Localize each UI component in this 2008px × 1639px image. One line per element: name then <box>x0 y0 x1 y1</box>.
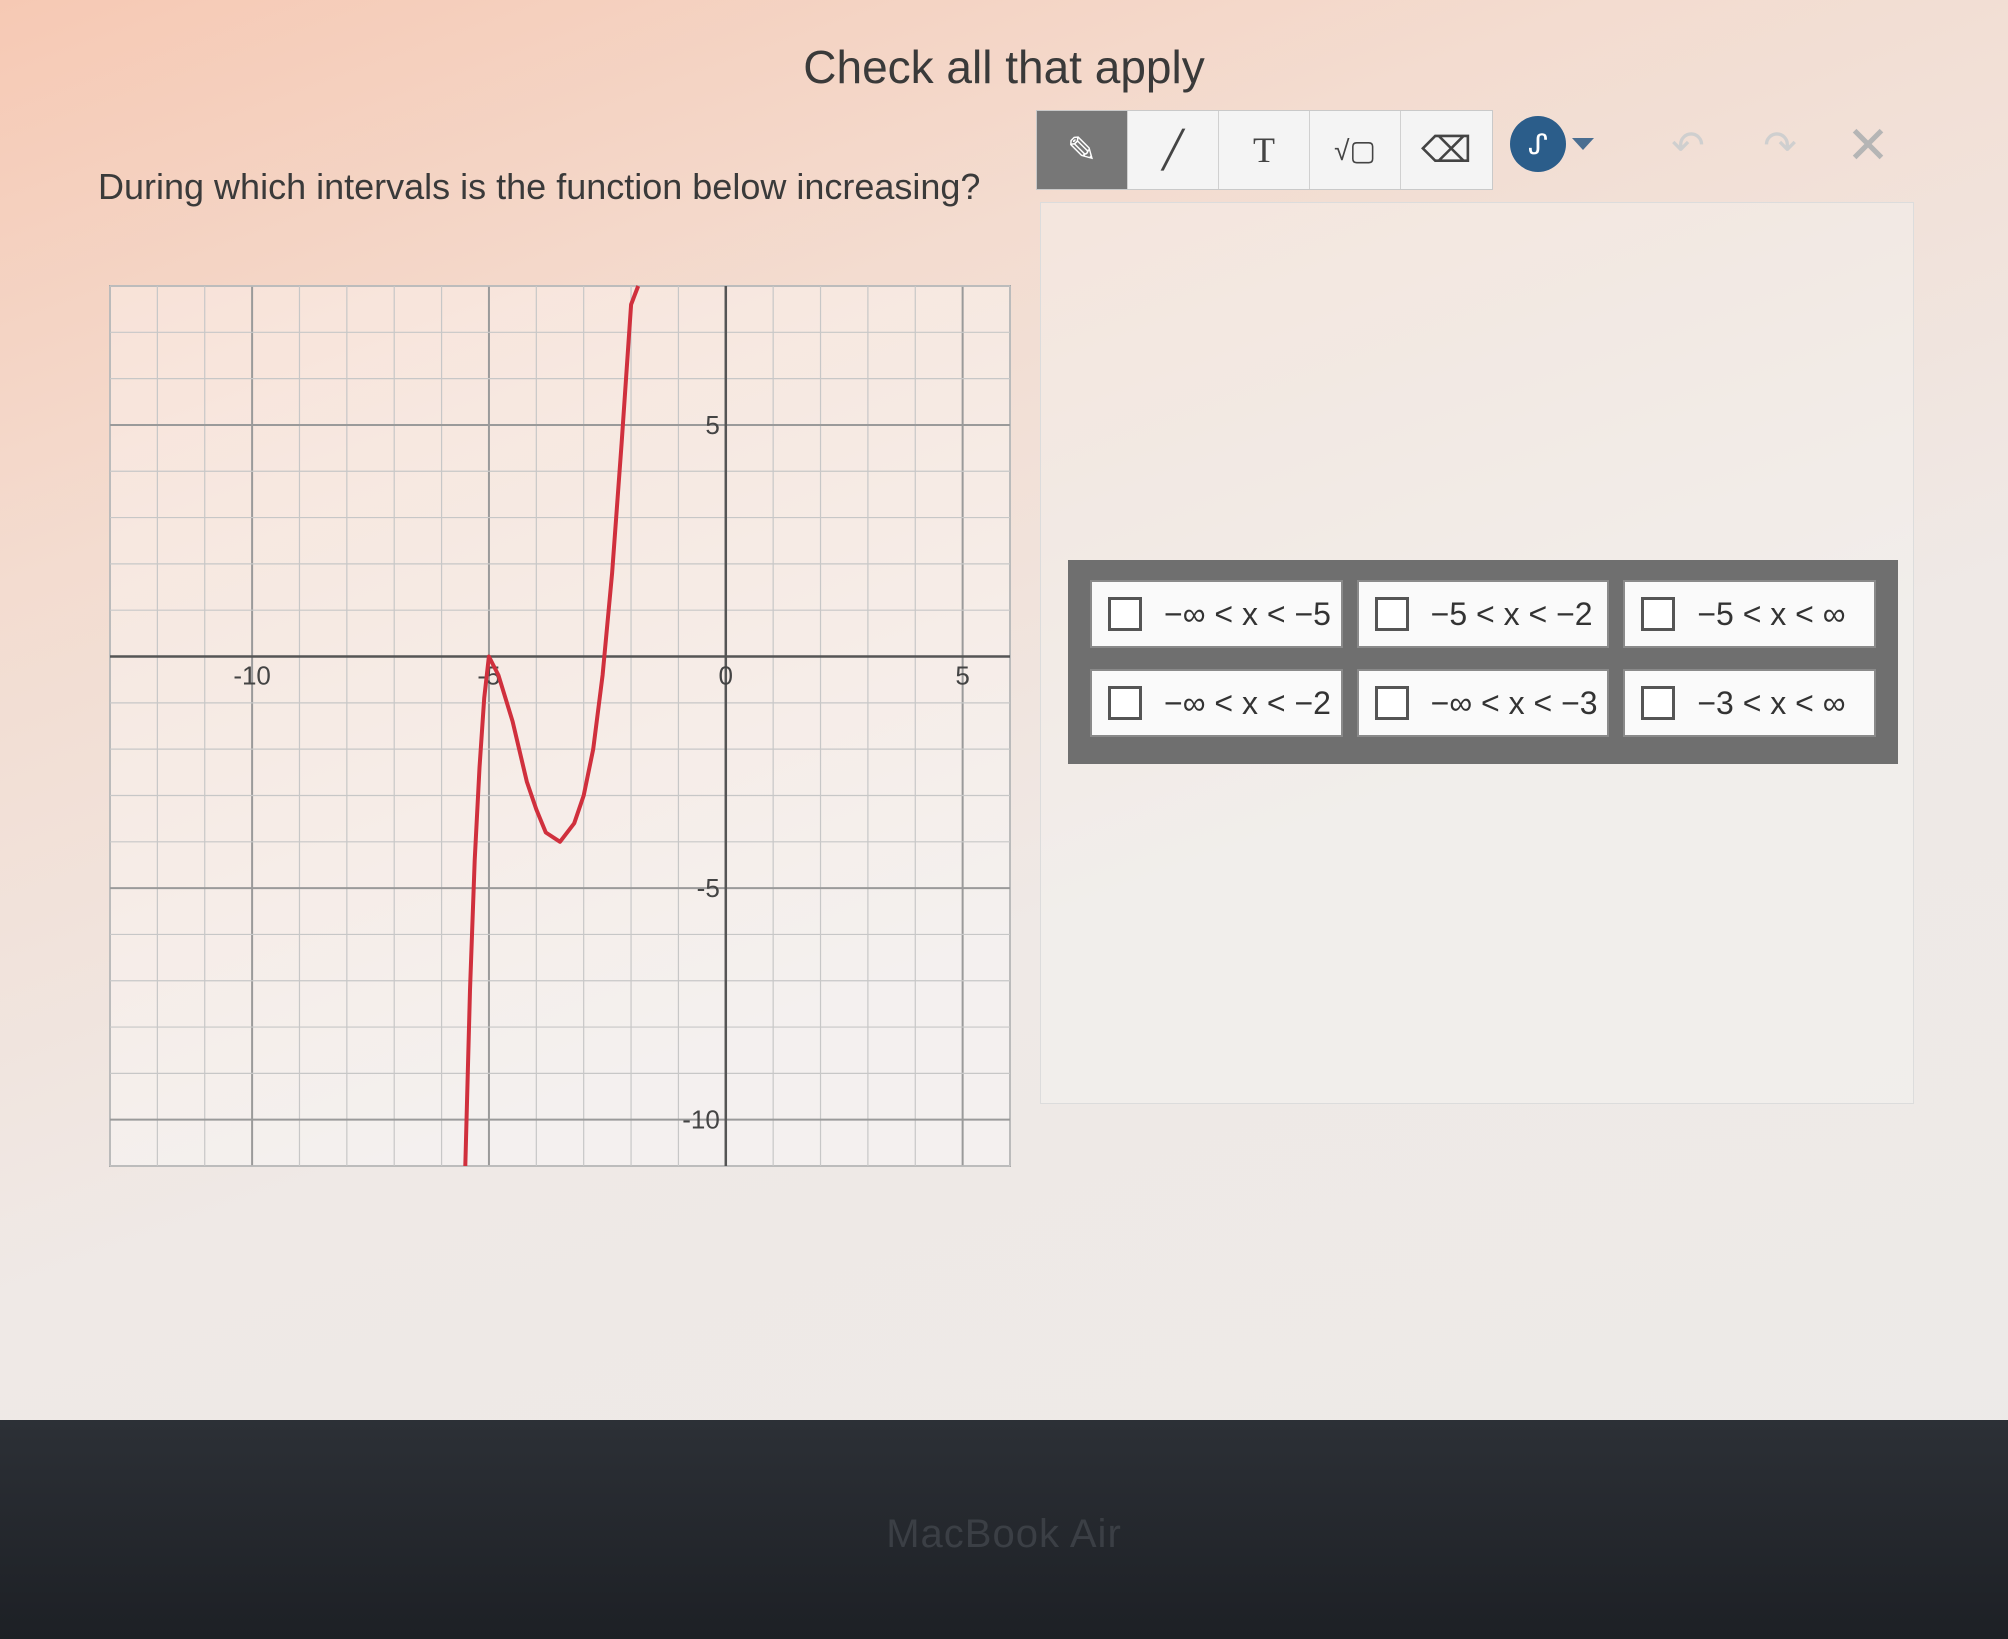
function-graph: -10 -5 0 55-5-10 <box>109 285 1011 1167</box>
choice-label: −3 < x < ∞ <box>1697 684 1846 721</box>
drawing-toolbar: ✎ ╱ T √▢ ⌫ <box>1036 110 1493 190</box>
y-tick-label: -10 <box>682 1105 720 1135</box>
choice-2[interactable]: −5 < x < −2 <box>1356 580 1610 648</box>
y-tick-label: 5 <box>705 410 719 440</box>
bezel-label: MacBook Air <box>886 1512 1122 1556</box>
square-root-icon: √▢ <box>1334 134 1376 166</box>
choice-1[interactable]: −∞ < x < −5 <box>1090 580 1343 648</box>
choice-5[interactable]: −∞ < x < −3 <box>1356 669 1610 737</box>
close-icon: ✕ <box>1846 117 1890 175</box>
undo-button[interactable]: ↶ <box>1660 118 1716 174</box>
undo-icon: ↶ <box>1671 124 1705 168</box>
question-text: During which intervals is the function b… <box>98 166 981 207</box>
text-icon: T <box>1253 130 1275 170</box>
page-title: Check all that apply <box>803 41 1205 93</box>
color-swatch-icon: ᔑ <box>1510 116 1566 172</box>
choice-label: −∞ < x < −3 <box>1430 684 1598 721</box>
redo-button[interactable]: ↷ <box>1752 118 1808 174</box>
checkbox[interactable] <box>1108 686 1142 720</box>
laptop-bezel: MacBook Air <box>0 1420 2008 1639</box>
chevron-down-icon <box>1572 138 1594 150</box>
line-icon: ╱ <box>1162 129 1184 170</box>
redo-icon: ↷ <box>1763 124 1797 168</box>
choice-label: −5 < x < ∞ <box>1697 595 1846 632</box>
eraser-icon: ⌫ <box>1421 129 1472 170</box>
x-tick-label: 5 <box>955 661 969 691</box>
graph-frame <box>109 285 1011 1167</box>
page: Check all that apply During which interv… <box>0 0 2008 1420</box>
x-tick-label: 0 <box>719 661 733 691</box>
clear-button[interactable]: ✕ <box>1840 117 1896 175</box>
choice-label: −∞ < x < −2 <box>1164 684 1331 721</box>
y-tick-label: -5 <box>697 873 720 903</box>
x-tick-label: -10 <box>233 661 271 691</box>
graph-grid <box>109 285 1011 1167</box>
choice-6[interactable]: −3 < x < ∞ <box>1623 669 1876 737</box>
line-tool-button[interactable]: ╱ <box>1128 111 1219 189</box>
text-tool-button[interactable]: T <box>1219 111 1310 189</box>
choice-3[interactable]: −5 < x < ∞ <box>1623 580 1876 648</box>
eraser-tool-button[interactable]: ⌫ <box>1401 111 1492 189</box>
checkbox[interactable] <box>1641 686 1676 720</box>
checkbox[interactable] <box>1374 597 1409 631</box>
equation-tool-button[interactable]: √▢ <box>1310 111 1401 189</box>
color-picker[interactable]: ᔑ <box>1510 116 1594 172</box>
choice-4[interactable]: −∞ < x < −2 <box>1090 669 1343 737</box>
checkbox[interactable] <box>1641 597 1676 631</box>
checkbox[interactable] <box>1108 597 1142 631</box>
choice-label: −5 < x < −2 <box>1430 595 1593 632</box>
answer-choices: −∞ < x < −5 −5 < x < −2 −5 < x < ∞ −∞ < … <box>1068 560 1898 764</box>
pencil-tool-button[interactable]: ✎ <box>1037 111 1128 189</box>
pencil-icon: ✎ <box>1066 129 1098 170</box>
choice-label: −∞ < x < −5 <box>1164 595 1331 632</box>
checkbox[interactable] <box>1374 686 1409 720</box>
